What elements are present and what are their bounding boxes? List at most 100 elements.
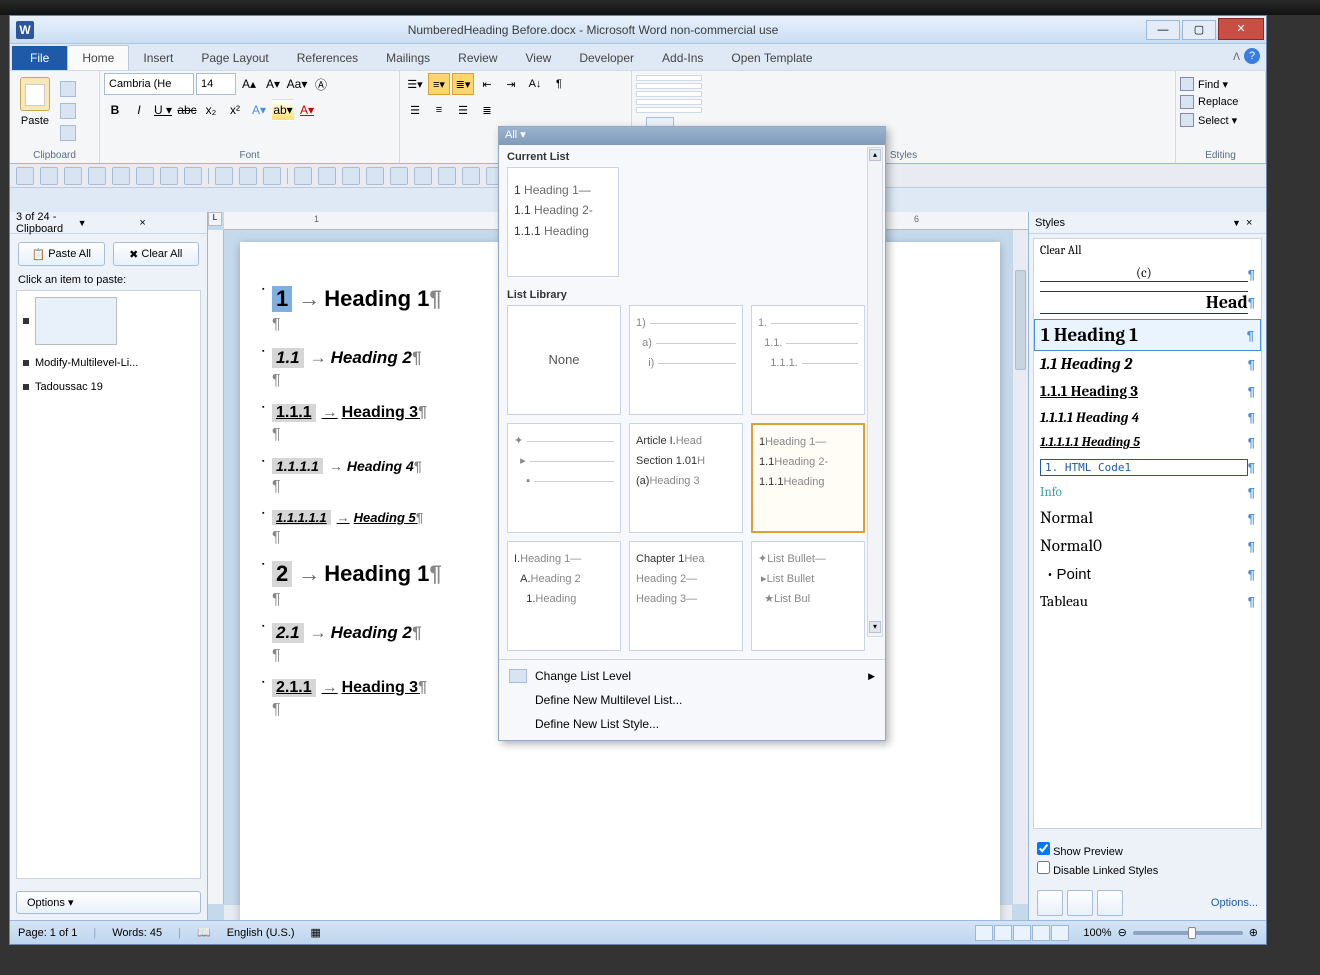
style-tableau[interactable]: Tableau¶	[1034, 588, 1261, 615]
style-html-code[interactable]: 1. HTML Code1¶	[1034, 455, 1261, 481]
qat-btn[interactable]	[64, 167, 82, 185]
clear-formatting-button[interactable]: Ⓐ	[310, 73, 332, 95]
change-case-button[interactable]: Aa▾	[286, 73, 308, 95]
tab-selector[interactable]: L	[208, 212, 222, 226]
page-indicator[interactable]: Page: 1 of 1	[18, 927, 77, 939]
tab-review[interactable]: Review	[444, 46, 511, 70]
font-family-select[interactable]	[104, 73, 194, 95]
multilevel-button[interactable]: ≣▾	[452, 73, 474, 95]
manage-styles-button[interactable]	[1097, 890, 1123, 916]
maximize-button[interactable]: ▢	[1182, 20, 1216, 40]
styles-list[interactable]: Clear All (c)¶ Head¶ 1 Heading 1¶ 1.1 He…	[1033, 238, 1262, 829]
list-option[interactable]: ✦ ▸ ▪	[507, 423, 621, 533]
align-left-button[interactable]: ☰	[404, 99, 426, 121]
spellcheck-icon[interactable]: 📖	[197, 926, 211, 939]
view-read-button[interactable]	[994, 925, 1012, 941]
copy-icon[interactable]	[60, 103, 76, 119]
cut-icon[interactable]	[60, 81, 76, 97]
highlight-button[interactable]: ab▾	[272, 99, 294, 121]
grow-font-button[interactable]: A▴	[238, 73, 260, 95]
tab-open-template[interactable]: Open Template	[717, 46, 826, 70]
replace-button[interactable]: Replace	[1180, 95, 1261, 109]
style-normal0[interactable]: Normal0¶	[1034, 533, 1261, 561]
list-option-selected[interactable]: 1 Heading 1— 1.1 Heading 2- 1.1.1 Headin…	[751, 423, 865, 533]
qat-btn[interactable]	[88, 167, 106, 185]
tab-home[interactable]: Home	[67, 45, 129, 70]
style-heading3[interactable]: 1.1.1 Heading 3¶	[1034, 378, 1261, 405]
language-indicator[interactable]: English (U.S.)	[227, 927, 295, 939]
sort-button[interactable]: A↓	[524, 73, 546, 95]
shrink-font-button[interactable]: A▾	[262, 73, 284, 95]
qat-btn[interactable]	[40, 167, 58, 185]
chevron-down-icon[interactable]: ▼	[78, 218, 140, 228]
list-option-none[interactable]: None	[507, 305, 621, 415]
view-draft-button[interactable]	[1051, 925, 1069, 941]
list-option[interactable]: Chapter 1 Hea Heading 2— Heading 3—	[629, 541, 743, 651]
change-list-level-item[interactable]: Change List Level▶	[499, 664, 885, 688]
style-heading5[interactable]: 1.1.1.1.1 Heading 5¶	[1034, 431, 1261, 455]
style-info[interactable]: Info¶	[1034, 481, 1261, 505]
ribbon-collapse-icon[interactable]: ᐱ	[1233, 52, 1240, 63]
style-heading1[interactable]: 1 AaBb	[636, 75, 702, 81]
qat-btn[interactable]	[263, 167, 281, 185]
define-multilevel-item[interactable]: Define New Multilevel List...	[499, 688, 885, 712]
qat-redo[interactable]	[239, 167, 257, 185]
style-heading2[interactable]: 1.1 AaBb	[636, 83, 702, 89]
word-count[interactable]: Words: 45	[112, 927, 162, 939]
qat-btn[interactable]	[462, 167, 480, 185]
vertical-scrollbar[interactable]	[1012, 230, 1028, 904]
chevron-down-icon[interactable]: ▼	[1232, 218, 1246, 228]
style-clear-all[interactable]: Clear All	[1034, 239, 1261, 262]
tab-insert[interactable]: Insert	[129, 46, 187, 70]
style-heading1[interactable]: 1 Heading 1¶	[1034, 319, 1261, 351]
increase-indent-button[interactable]: ⇥	[500, 73, 522, 95]
zoom-slider[interactable]	[1133, 931, 1243, 935]
view-web-button[interactable]	[1013, 925, 1031, 941]
list-option[interactable]: 1) a) i)	[629, 305, 743, 415]
tab-view[interactable]: View	[512, 46, 566, 70]
new-style-button[interactable]	[1037, 890, 1063, 916]
define-list-style-item[interactable]: Define New List Style...	[499, 712, 885, 736]
style-head[interactable]: Head¶	[1034, 287, 1261, 319]
format-painter-icon[interactable]	[60, 125, 76, 141]
find-button[interactable]: Find ▾	[1180, 77, 1261, 91]
qat-btn[interactable]	[390, 167, 408, 185]
zoom-level[interactable]: 100%	[1083, 927, 1111, 939]
clipboard-options-button[interactable]: Options ▾	[16, 891, 201, 914]
qat-btn[interactable]	[112, 167, 130, 185]
dropdown-filter-bar[interactable]: All ▾	[499, 127, 885, 145]
tab-file[interactable]: File	[12, 46, 67, 70]
style-heading5[interactable]: 1.1.1.1.1¶ Heading 5	[636, 107, 702, 113]
text-effects-button[interactable]: A▾	[248, 99, 270, 121]
help-icon[interactable]: ?	[1244, 48, 1260, 64]
list-option[interactable]: I. Heading 1— A. Heading 2 1. Heading	[507, 541, 621, 651]
tab-mailings[interactable]: Mailings	[372, 46, 444, 70]
qat-btn[interactable]	[294, 167, 312, 185]
view-print-button[interactable]	[975, 925, 993, 941]
italic-button[interactable]: I	[128, 99, 150, 121]
justify-button[interactable]: ≣	[476, 99, 498, 121]
list-option[interactable]: ✦ List Bullet— ▸ List Bullet ★ List Bul	[751, 541, 865, 651]
qat-btn[interactable]	[318, 167, 336, 185]
disable-linked-checkbox[interactable]: Disable Linked Styles	[1037, 861, 1258, 877]
view-outline-button[interactable]	[1032, 925, 1050, 941]
align-center-button[interactable]: ≡	[428, 99, 450, 121]
list-option[interactable]: Article I. Head Section 1.01 H (a) Headi…	[629, 423, 743, 533]
qat-btn[interactable]	[342, 167, 360, 185]
qat-btn[interactable]	[136, 167, 154, 185]
show-preview-checkbox[interactable]: Show Preview	[1037, 842, 1258, 858]
style-heading4[interactable]: 1.1.1.1 Heading 4¶	[1034, 405, 1261, 431]
list-option[interactable]: 1. 1.1. 1.1.1.	[751, 305, 865, 415]
font-color-button[interactable]: A▾	[296, 99, 318, 121]
minimize-button[interactable]: —	[1146, 20, 1180, 40]
qat-btn[interactable]	[160, 167, 178, 185]
qat-btn[interactable]	[438, 167, 456, 185]
qat-btn[interactable]	[414, 167, 432, 185]
zoom-in-button[interactable]: ⊕	[1249, 926, 1258, 939]
numbering-button[interactable]: ≡▾	[428, 73, 450, 95]
current-list-preview[interactable]: 1 Heading 1— 1.1 Heading 2- 1.1.1 Headin…	[507, 167, 619, 277]
zoom-out-button[interactable]: ⊖	[1118, 926, 1127, 939]
qat-btn[interactable]	[184, 167, 202, 185]
font-size-select[interactable]	[196, 73, 236, 95]
close-button[interactable]: ✕	[1218, 18, 1264, 40]
